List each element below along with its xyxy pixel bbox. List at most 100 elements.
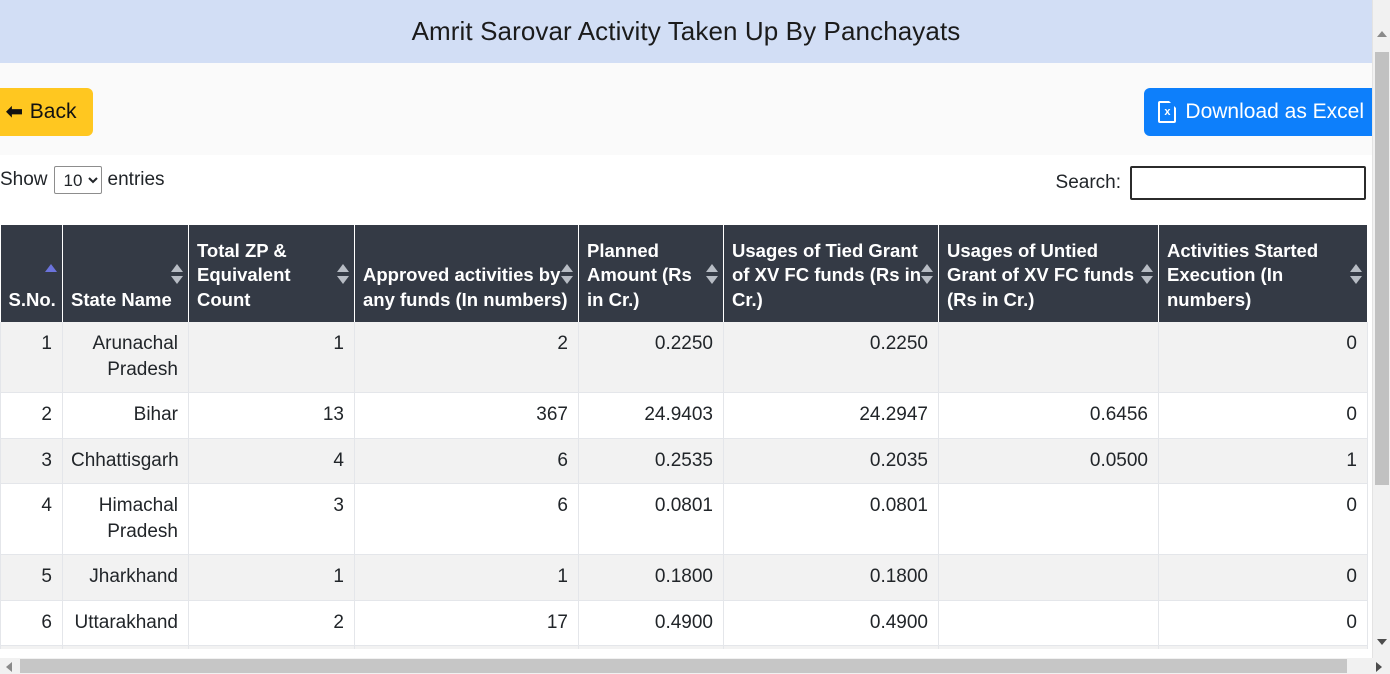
download-as-excel-button[interactable]: x Download as Excel <box>1144 88 1378 136</box>
table-cell: 17 <box>354 600 579 646</box>
table-cell: Himachal Pradesh <box>62 483 189 556</box>
scroll-left-icon[interactable] <box>6 662 12 672</box>
table-controls: Show 10 entries Search: <box>0 166 1372 212</box>
column-header-2[interactable]: Total ZP & Equivalent Count <box>188 225 355 322</box>
table-cell: 24.2947 <box>723 392 939 439</box>
table-cell: 2 <box>188 600 355 646</box>
column-header-6[interactable]: Usages of Untied Grant of XV FC funds (R… <box>938 225 1159 322</box>
page-root: Amrit Sarovar Activity Taken Up By Panch… <box>0 0 1390 674</box>
table-cell: 6 <box>0 600 63 646</box>
table-row: 4 Himachal Pradesh 3 6 0.0801 0.0801 0 <box>0 483 1368 556</box>
search-label: Search: <box>1055 172 1121 193</box>
toolbar: ⬅ Back x Download as Excel <box>0 63 1378 155</box>
column-header-4[interactable]: Planned Amount (Rs in Cr.) <box>578 225 724 322</box>
table-header-row: S.No. State Name Total ZP & Equivalent Cou… <box>0 225 1368 322</box>
table-cell: 0 <box>1158 392 1368 439</box>
table-cell: Uttarakhand <box>62 600 189 646</box>
table-cell: 0.6456 <box>938 392 1159 439</box>
column-header-0[interactable]: S.No. <box>0 225 63 322</box>
table-cell: 0.0500 <box>938 438 1159 484</box>
column-header-label: State Name <box>71 288 172 310</box>
table-row: 5 Jharkhand 1 1 0.1800 0.1800 0 <box>0 554 1368 601</box>
excel-file-icon: x <box>1158 101 1177 123</box>
table-cell: 0.0801 <box>578 483 724 556</box>
column-header-label: Total ZP & Equivalent Count <box>197 239 291 310</box>
table-cell: 0 <box>1158 600 1368 646</box>
search-control: Search: <box>1056 166 1366 200</box>
sort-toggle-icon <box>921 263 933 284</box>
back-button-label: Back <box>29 100 77 123</box>
scroll-right-icon[interactable] <box>1376 662 1382 672</box>
table-cell <box>938 600 1159 646</box>
table-cell: 0 <box>1158 645 1368 649</box>
column-header-1[interactable]: State Name <box>62 225 189 322</box>
table-cell: 0.2250 <box>578 322 724 394</box>
table-row: 7Uttar Pradesh138460.207560.20750 <box>0 645 1368 649</box>
table-cell: 1 <box>188 554 355 601</box>
vertical-scrollbar-thumb[interactable] <box>1375 52 1389 485</box>
table-cell: 4 <box>0 483 63 556</box>
table-cell: 0.2250 <box>723 322 939 394</box>
table-cell: Uttar Pradesh <box>62 645 189 649</box>
sort-toggle-icon <box>171 263 183 284</box>
column-header-3[interactable]: Approved activities by any funds (In num… <box>354 225 579 322</box>
vertical-scrollbar[interactable] <box>1372 0 1390 659</box>
table-cell: 0.2535 <box>578 438 724 484</box>
table-cell: Bihar <box>62 392 189 439</box>
table-cell: 3 <box>188 483 355 556</box>
table-cell: 0.4900 <box>578 600 724 646</box>
table-cell: 0.2035 <box>723 438 939 484</box>
scroll-up-icon[interactable] <box>1377 31 1387 37</box>
table-cell <box>938 645 1159 649</box>
column-header-5[interactable]: Usages of Tied Grant of XV FC funds (Rs … <box>723 225 939 322</box>
table-cell: 5 <box>0 554 63 601</box>
table-cell <box>938 554 1159 601</box>
table-cell: 1 <box>188 322 355 394</box>
table-cell: 1 <box>0 322 63 394</box>
table-row: 1 Arunachal Pradesh 1 2 0.2250 0.2250 0 <box>0 322 1368 394</box>
table-cell <box>938 483 1159 556</box>
table-cell: Chhattisgarh <box>62 438 189 484</box>
sort-toggle-icon <box>1350 263 1362 284</box>
column-header-label: Activities Started Execution (In numbers… <box>1167 239 1319 310</box>
table-cell: 1 <box>354 554 579 601</box>
table-cell: 24.9403 <box>578 392 724 439</box>
column-header-7[interactable]: Activities Started Execution (In numbers… <box>1158 225 1368 322</box>
table-cell: 13 <box>188 645 355 649</box>
table-cell: 6 <box>354 438 579 484</box>
table-cell: 367 <box>354 392 579 439</box>
data-table: S.No. State Name Total ZP & Equivalent Cou… <box>0 225 1368 649</box>
column-header-label: Approved activities by any funds (In num… <box>363 264 568 310</box>
table-cell: 1 <box>1158 438 1368 484</box>
page-length-control: Show 10 entries <box>0 166 165 194</box>
page-header: Amrit Sarovar Activity Taken Up By Panch… <box>0 0 1372 63</box>
horizontal-scrollbar[interactable] <box>0 658 1390 674</box>
page-length-select[interactable]: 10 <box>53 166 102 194</box>
table-cell: 0.1800 <box>578 554 724 601</box>
table-cell: 60.2075 <box>578 645 724 649</box>
scroll-down-icon[interactable] <box>1377 639 1387 645</box>
show-label: Show <box>0 169 48 190</box>
search-input[interactable] <box>1130 166 1366 200</box>
arrow-left-icon: ⬅ <box>6 101 23 123</box>
table-cell: 0.1800 <box>723 554 939 601</box>
back-button[interactable]: ⬅ Back <box>0 88 94 136</box>
table-cell: 7 <box>0 645 63 649</box>
table-cell: Arunachal Pradesh <box>62 322 189 394</box>
horizontal-scrollbar-thumb[interactable] <box>20 659 1347 673</box>
data-table-container[interactable]: S.No. State Name Total ZP & Equivalent Cou… <box>0 225 1372 649</box>
column-header-label: Usages of Untied Grant of XV FC funds (R… <box>947 239 1135 310</box>
table-row: 6 Uttarakhand 2 17 0.4900 0.4900 0 <box>0 600 1368 646</box>
sort-toggle-icon <box>337 263 349 284</box>
table-cell: 2 <box>354 322 579 394</box>
column-header-label: Planned Amount (Rs in Cr.) <box>587 239 692 310</box>
table-cell: Jharkhand <box>62 554 189 601</box>
table-row: 2 Bihar 13 367 24.9403 24.2947 0.6456 0 <box>0 392 1368 439</box>
sort-toggle-icon <box>1141 263 1153 284</box>
download-button-label: Download as Excel <box>1185 100 1364 123</box>
table-cell: 0 <box>1158 554 1368 601</box>
table-row: 3 Chhattisgarh 4 6 0.2535 0.2035 0.0500 1 <box>0 438 1368 484</box>
table-cell: 0 <box>1158 322 1368 394</box>
sort-toggle-icon <box>561 263 573 284</box>
table-cell: 84 <box>354 645 579 649</box>
